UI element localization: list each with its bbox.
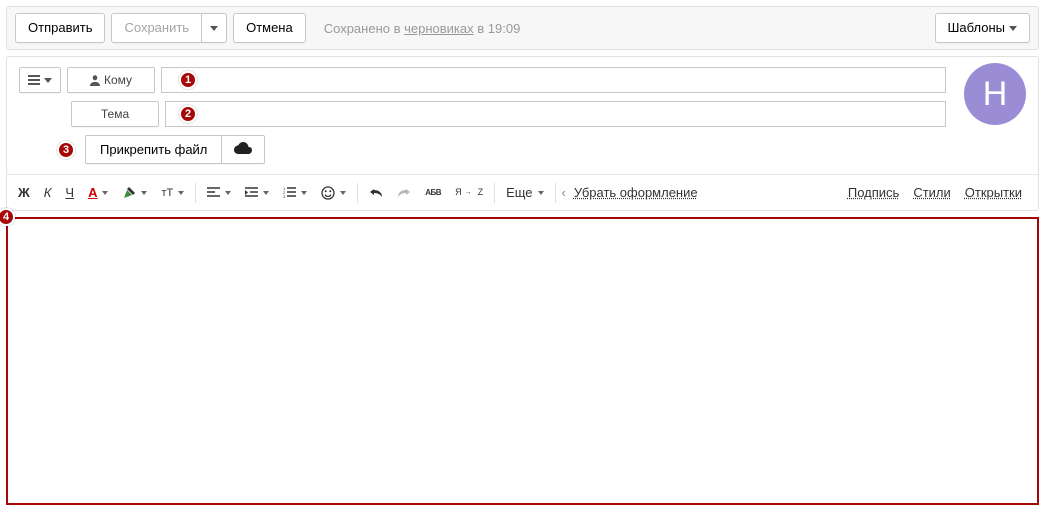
save-button-group: Сохранить [111, 13, 227, 43]
svg-text:3: 3 [283, 194, 286, 198]
annotation-marker-3: 3 [57, 141, 75, 159]
left-chevron-icon: ‹ [562, 185, 566, 200]
to-input[interactable] [161, 67, 946, 93]
to-label-text: Кому [104, 73, 132, 87]
editor-wrap: 4 [6, 217, 1039, 505]
caret-down-icon [538, 191, 544, 195]
undo-icon [369, 187, 383, 199]
to-row: Кому 1 [19, 67, 1026, 93]
align-button[interactable] [200, 183, 238, 202]
undo-button[interactable] [362, 183, 390, 203]
subject-label-text: Тема [101, 107, 129, 121]
caret-down-icon [44, 78, 52, 83]
indent-icon [245, 187, 258, 198]
top-toolbar: Отправить Сохранить Отмена Сохранено в ч… [6, 6, 1039, 50]
person-icon [90, 75, 100, 86]
caret-down-icon [141, 191, 147, 195]
postcards-link[interactable]: Открытки [965, 185, 1022, 200]
caret-down-icon [340, 191, 346, 195]
clear-formatting-link[interactable]: Убрать оформление [574, 185, 698, 200]
subject-label: Тема [71, 101, 159, 127]
templates-label: Шаблоны [948, 20, 1006, 36]
status-time: в 19:09 [474, 21, 521, 36]
italic-button[interactable]: К [37, 181, 59, 204]
to-label-button[interactable]: Кому [67, 67, 155, 93]
bold-button[interactable]: Ж [11, 181, 37, 204]
attach-cloud-button[interactable] [221, 135, 265, 164]
save-status: Сохранено в черновиках в 19:09 [324, 21, 521, 36]
caret-down-icon [210, 26, 218, 31]
menu-icon [28, 75, 40, 85]
send-button[interactable]: Отправить [15, 13, 105, 43]
translate-button[interactable]: Я→Z [448, 184, 490, 201]
caret-down-icon [1009, 26, 1017, 31]
attach-row: 3 Прикрепить файл [85, 135, 1026, 164]
styles-link[interactable]: Стили [913, 185, 950, 200]
spellcheck-button[interactable]: АБВ [418, 185, 448, 201]
annotation-marker-2: 2 [179, 105, 197, 123]
attach-file-button[interactable]: Прикрепить файл [85, 135, 221, 164]
caret-down-icon [225, 191, 231, 195]
status-prefix: Сохранено в [324, 21, 404, 36]
redo-button[interactable] [390, 183, 418, 203]
caret-down-icon [301, 191, 307, 195]
annotation-marker-1: 1 [179, 71, 197, 89]
subject-input[interactable] [165, 101, 946, 127]
emoji-button[interactable] [314, 182, 353, 204]
drafts-link[interactable]: черновиках [404, 21, 474, 36]
redo-icon [397, 187, 411, 199]
caret-down-icon [102, 191, 108, 195]
templates-button[interactable]: Шаблоны [935, 13, 1031, 43]
caret-down-icon [263, 191, 269, 195]
bg-color-button[interactable] [115, 182, 154, 204]
smiley-icon [321, 186, 335, 200]
format-toolbar: Ж К Ч A тТ 123 АБ [7, 174, 1038, 210]
list-icon: 123 [283, 187, 296, 198]
signature-link[interactable]: Подпись [848, 185, 899, 200]
save-button[interactable]: Сохранить [111, 13, 201, 43]
paint-icon [122, 186, 136, 200]
underline-button[interactable]: Ч [58, 181, 81, 204]
subject-row: Тема 2 [19, 101, 1026, 127]
right-links: Подпись Стили Открытки [848, 185, 1038, 200]
compose-header: Н Кому 1 Тема 2 3 Прикрепить файл Ж К Ч … [6, 56, 1039, 211]
cloud-icon [234, 142, 252, 154]
fields-menu-button[interactable] [19, 67, 61, 93]
more-button[interactable]: Еще [499, 181, 550, 204]
font-size-button[interactable]: тТ [154, 183, 191, 203]
caret-down-icon [178, 191, 184, 195]
cancel-button[interactable]: Отмена [233, 13, 306, 43]
save-dropdown-button[interactable] [201, 13, 227, 43]
list-button[interactable]: 123 [276, 183, 314, 202]
text-color-button[interactable]: A [81, 181, 115, 204]
indent-button[interactable] [238, 183, 276, 202]
align-left-icon [207, 187, 220, 198]
message-body-editor[interactable] [6, 217, 1039, 505]
